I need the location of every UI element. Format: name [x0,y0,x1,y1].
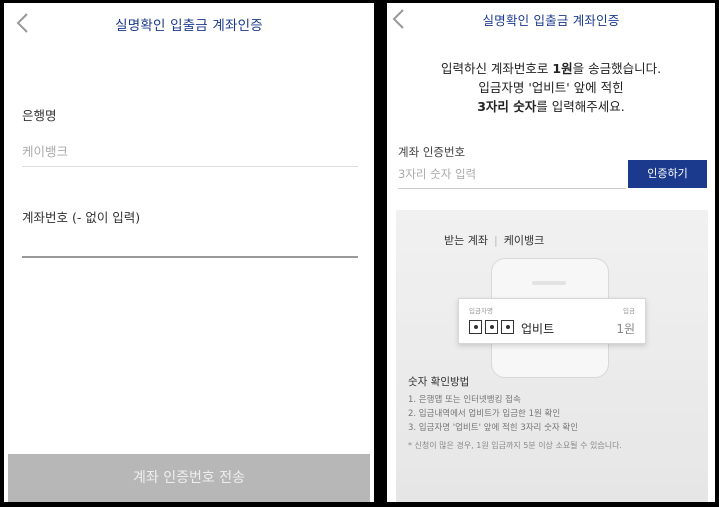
dot-box-icon [501,320,514,334]
page-title: 실명확인 입출금 계좌인증 [482,13,620,28]
header-bar: 실명확인 입출금 계좌인증 [4,3,374,43]
digit-boxes [469,320,514,334]
account-number-input[interactable] [22,233,358,253]
header-bar: 실명확인 입출금 계좌인증 [387,3,715,43]
bank-value: 케이뱅크 [22,144,69,159]
howto-step: 1. 은행앱 또는 인터넷뱅킹 접속 [408,395,521,405]
bank-field[interactable]: 케이뱅크 [22,141,358,160]
code-input[interactable]: 3자리 숫자 입력 [398,166,476,182]
right-screen: 실명확인 입출금 계좌인증 입력하신 계좌번호로 1원을 송금했습니다. 입금자… [387,3,715,502]
deposit-amount: 1원 [616,322,635,336]
card-depositor-label: 입금자명 [469,307,493,315]
guide-tabs: 받는 계좌 | 케이뱅크 [444,234,545,247]
bank-label: 은행명 [22,108,57,123]
guide-note: * 신청이 많은 경우, 1원 입금까지 5분 이상 소요될 수 있습니다. [408,441,622,450]
code-underline [398,188,626,189]
howto-step: 2. 입금내역에서 업비트가 입금한 1원 확인 [408,409,561,419]
page-title: 실명확인 입출금 계좌인증 [115,18,263,34]
message-line-1: 입력하신 계좌번호로 1원을 송금했습니다. [440,61,662,76]
account-underline [22,256,358,258]
card-deposit-label: 입금 [623,307,635,315]
guide-panel: 받는 계좌 | 케이뱅크 입금자명 입금 업비트 1원 숫자 확인방법 1. 은행앱… [396,210,708,502]
depositor-name: 업비트 [521,322,555,336]
howto-step: 3. 입금자명 '업비트' 앞에 적힌 3자리 숫자 확인 [408,423,579,433]
code-label: 계좌 인증번호 [398,145,466,159]
bank-underline [22,166,358,167]
howto-title: 숫자 확인방법 [408,376,470,388]
send-code-button[interactable]: 계좌 인증번호 전송 [8,454,370,502]
left-screen: 실명확인 입출금 계좌인증 은행명 케이뱅크 계좌번호 (- 없이 입력) 계좌… [4,3,374,502]
verify-button[interactable]: 인증하기 [628,160,707,188]
howto-steps: 1. 은행앱 또는 인터넷뱅킹 접속 2. 입금내역에서 업비트가 입금한 1원… [408,393,578,435]
phone-notch [532,281,566,285]
account-label: 계좌번호 (- 없이 입력) [22,210,141,225]
receive-account-label: 받는 계좌 [444,234,488,247]
dot-box-icon [469,320,482,334]
deposit-card: 입금자명 입금 업비트 1원 [458,298,646,344]
message-line-2: 입금자명 '업비트' 앞에 적힌 [478,80,624,95]
dot-box-icon [485,320,498,334]
message-line-3: 3자리 숫자를 입력해주세요. [477,99,625,114]
bank-name-label: 케이뱅크 [503,234,545,247]
